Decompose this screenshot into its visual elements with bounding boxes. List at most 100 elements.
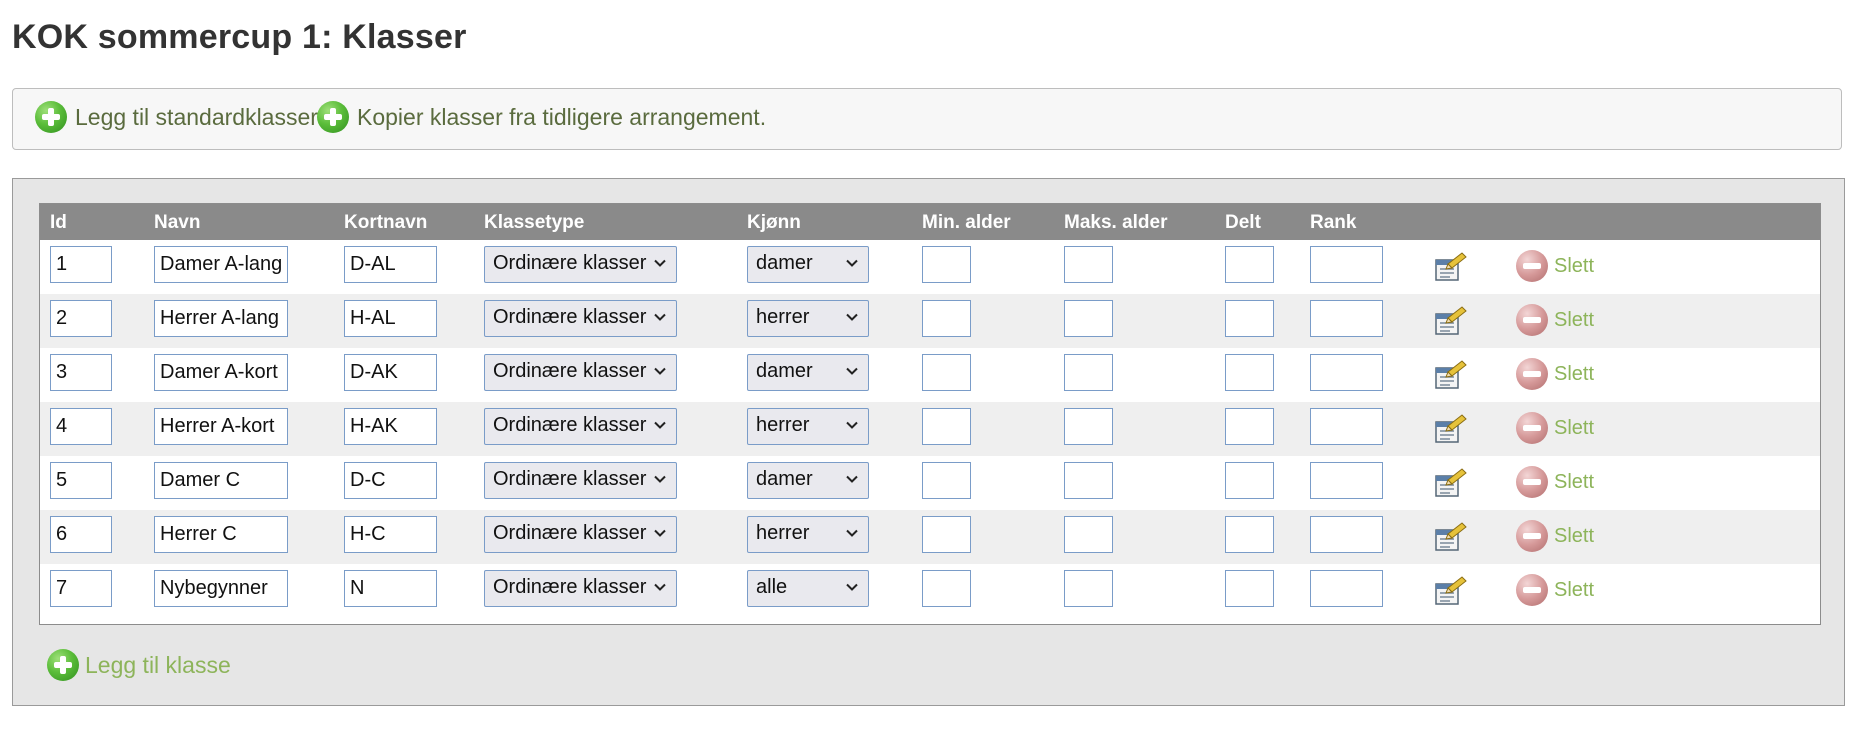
min-age-input[interactable]: [922, 408, 971, 445]
chevron-down-icon: [654, 259, 666, 267]
min-age-input[interactable]: [922, 462, 971, 499]
delete-link[interactable]: Slett: [1516, 358, 1594, 390]
delete-link[interactable]: Slett: [1516, 412, 1594, 444]
delete-link[interactable]: Slett: [1516, 574, 1594, 606]
name-input[interactable]: Damer A-lang: [154, 246, 288, 283]
min-age-input[interactable]: [922, 570, 971, 607]
max-age-input[interactable]: [1064, 300, 1113, 337]
short-name-input[interactable]: H-AL: [344, 300, 437, 337]
edit-properties-icon[interactable]: [1434, 466, 1468, 498]
short-name-input[interactable]: D-AK: [344, 354, 437, 391]
table-header: Id Navn Kortnavn Klassetype Kjønn Min. a…: [40, 204, 1820, 240]
split-input[interactable]: [1225, 408, 1274, 445]
edit-properties-icon[interactable]: [1434, 520, 1468, 552]
delete-link[interactable]: Slett: [1516, 466, 1594, 498]
classes-panel: Id Navn Kortnavn Klassetype Kjønn Min. a…: [12, 178, 1845, 706]
id-input[interactable]: 2: [50, 300, 112, 337]
edit-properties-icon[interactable]: [1434, 574, 1468, 606]
table-row: 3 Damer A-kort D-AK Ordinære klasser dam…: [40, 348, 1820, 402]
rank-input[interactable]: [1310, 408, 1383, 445]
short-name-input[interactable]: H-C: [344, 516, 437, 553]
split-input[interactable]: [1225, 354, 1274, 391]
id-input[interactable]: 6: [50, 516, 112, 553]
class-type-select[interactable]: Ordinære klasser: [484, 354, 677, 391]
rank-input[interactable]: [1310, 300, 1383, 337]
rank-input[interactable]: [1310, 462, 1383, 499]
rank-input[interactable]: [1310, 354, 1383, 391]
id-input[interactable]: 5: [50, 462, 112, 499]
delete-label: Slett: [1554, 308, 1595, 331]
add-standard-classes-link[interactable]: Legg til standardklasser: [35, 101, 318, 133]
min-age-input[interactable]: [922, 354, 971, 391]
short-name-input[interactable]: N: [344, 570, 437, 607]
rank-input[interactable]: [1310, 516, 1383, 553]
rank-input[interactable]: [1310, 570, 1383, 607]
minus-circle-icon: [1516, 520, 1548, 552]
class-type-select[interactable]: Ordinære klasser: [484, 570, 677, 607]
copy-classes-link[interactable]: Kopier klasser fra tidligere arrangement…: [317, 101, 766, 133]
max-age-input[interactable]: [1064, 354, 1113, 391]
gender-select[interactable]: herrer: [747, 408, 869, 445]
max-age-input[interactable]: [1064, 462, 1113, 499]
class-type-select[interactable]: Ordinære klasser: [484, 300, 677, 337]
split-input[interactable]: [1225, 462, 1274, 499]
split-input[interactable]: [1225, 570, 1274, 607]
header-split: Delt: [1225, 212, 1261, 233]
short-name-input[interactable]: H-AK: [344, 408, 437, 445]
id-input[interactable]: 4: [50, 408, 112, 445]
name-input[interactable]: Herrer A-kort: [154, 408, 288, 445]
gender-select[interactable]: herrer: [747, 516, 869, 553]
edit-properties-icon[interactable]: [1434, 304, 1468, 336]
edit-properties-icon[interactable]: [1434, 412, 1468, 444]
name-input[interactable]: Herrer A-lang: [154, 300, 288, 337]
minus-circle-icon: [1516, 574, 1548, 606]
name-input[interactable]: Herrer C: [154, 516, 288, 553]
class-type-value: Ordinære klasser: [493, 306, 647, 328]
gender-select[interactable]: damer: [747, 246, 869, 283]
min-age-input[interactable]: [922, 300, 971, 337]
min-age-input[interactable]: [922, 516, 971, 553]
id-input[interactable]: 3: [50, 354, 112, 391]
delete-link[interactable]: Slett: [1516, 250, 1594, 282]
chevron-down-icon: [846, 259, 858, 267]
class-type-select[interactable]: Ordinære klasser: [484, 516, 677, 553]
class-type-value: Ordinære klasser: [493, 252, 647, 274]
id-input[interactable]: 1: [50, 246, 112, 283]
delete-label: Slett: [1554, 416, 1595, 439]
header-id: Id: [50, 212, 67, 233]
class-type-value: Ordinære klasser: [493, 468, 647, 490]
delete-label: Slett: [1554, 362, 1595, 385]
max-age-input[interactable]: [1064, 246, 1113, 283]
gender-select[interactable]: damer: [747, 354, 869, 391]
add-class-link[interactable]: Legg til klasse: [47, 649, 231, 681]
min-age-input[interactable]: [922, 246, 971, 283]
max-age-input[interactable]: [1064, 408, 1113, 445]
delete-link[interactable]: Slett: [1516, 304, 1594, 336]
split-input[interactable]: [1225, 300, 1274, 337]
short-name-input[interactable]: D-C: [344, 462, 437, 499]
delete-label: Slett: [1554, 578, 1595, 601]
short-name-input[interactable]: D-AL: [344, 246, 437, 283]
class-type-select[interactable]: Ordinære klasser: [484, 246, 677, 283]
plus-circle-icon: [47, 649, 79, 681]
gender-select[interactable]: damer: [747, 462, 869, 499]
gender-select[interactable]: alle: [747, 570, 869, 607]
class-type-select[interactable]: Ordinære klasser: [484, 408, 677, 445]
rank-input[interactable]: [1310, 246, 1383, 283]
class-type-select[interactable]: Ordinære klasser: [484, 462, 677, 499]
edit-properties-icon[interactable]: [1434, 358, 1468, 390]
id-input[interactable]: 7: [50, 570, 112, 607]
chevron-down-icon: [654, 421, 666, 429]
name-input[interactable]: Nybegynner: [154, 570, 288, 607]
delete-link[interactable]: Slett: [1516, 520, 1594, 552]
edit-properties-icon[interactable]: [1434, 250, 1468, 282]
gender-select[interactable]: herrer: [747, 300, 869, 337]
max-age-input[interactable]: [1064, 570, 1113, 607]
split-input[interactable]: [1225, 516, 1274, 553]
name-input[interactable]: Damer A-kort: [154, 354, 288, 391]
max-age-input[interactable]: [1064, 516, 1113, 553]
split-input[interactable]: [1225, 246, 1274, 283]
delete-label: Slett: [1554, 524, 1595, 547]
class-type-value: Ordinære klasser: [493, 522, 647, 544]
name-input[interactable]: Damer C: [154, 462, 288, 499]
